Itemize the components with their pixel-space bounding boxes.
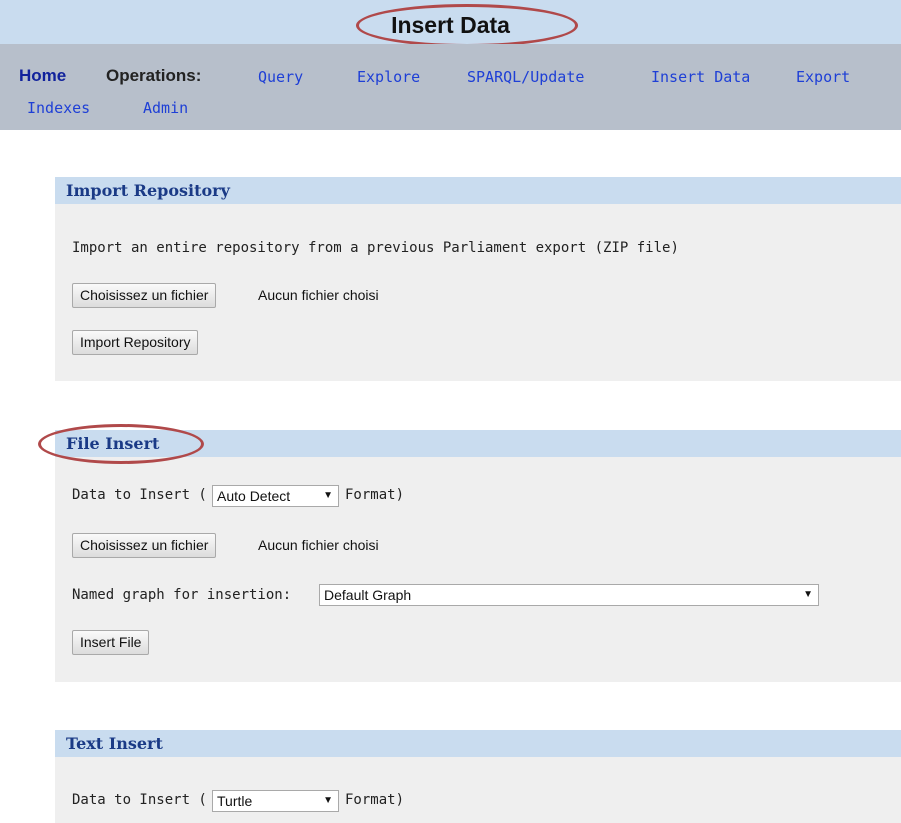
text-insert-section: Text Insert Data to Insert ( Turtle ▼ Fo… bbox=[55, 730, 901, 823]
nav-item-query[interactable]: Query bbox=[258, 68, 303, 86]
named-graph-select-value: Default Graph bbox=[324, 587, 412, 603]
title-bar: Insert Data bbox=[0, 0, 901, 44]
data-to-insert-suffix: Format) bbox=[345, 792, 405, 808]
choose-file-button[interactable]: Choisissez un fichier bbox=[72, 283, 217, 308]
main-nav: Home Operations: Query Explore SPARQL/Up… bbox=[0, 44, 901, 130]
file-insert-section: File Insert Data to Insert ( Auto Detect… bbox=[55, 430, 901, 682]
named-graph-select[interactable]: Default Graph ▼ bbox=[319, 584, 819, 606]
section-title: Import Repository bbox=[66, 181, 230, 200]
section-header: Text Insert bbox=[55, 730, 901, 757]
nav-operations-label: Operations: bbox=[106, 66, 202, 85]
no-file-chosen-text: Aucun fichier choisi bbox=[258, 537, 379, 553]
section-title: Text Insert bbox=[66, 734, 163, 753]
import-repository-section: Import Repository Import an entire repos… bbox=[55, 177, 901, 381]
nav-home-link[interactable]: Home bbox=[19, 66, 66, 86]
import-description: Import an entire repository from a previ… bbox=[72, 240, 679, 256]
nav-item-explore[interactable]: Explore bbox=[357, 68, 420, 86]
format-select-value: Turtle bbox=[217, 793, 253, 809]
chevron-down-icon: ▼ bbox=[323, 795, 333, 806]
format-select[interactable]: Turtle ▼ bbox=[212, 790, 339, 812]
format-select[interactable]: Auto Detect ▼ bbox=[212, 485, 339, 507]
insert-file-button[interactable]: Insert File bbox=[72, 630, 150, 655]
data-to-insert-prefix: Data to Insert ( bbox=[72, 792, 207, 808]
nav-item-insert-data[interactable]: Insert Data bbox=[651, 68, 750, 86]
choose-file-button[interactable]: Choisissez un fichier bbox=[72, 533, 217, 558]
import-repository-button[interactable]: Import Repository bbox=[72, 330, 199, 355]
chevron-down-icon: ▼ bbox=[803, 589, 813, 600]
nav-item-admin[interactable]: Admin bbox=[143, 99, 188, 117]
data-to-insert-suffix: Format) bbox=[345, 487, 405, 503]
format-select-value: Auto Detect bbox=[217, 488, 291, 504]
page-title: Insert Data bbox=[391, 12, 510, 38]
section-header: Import Repository bbox=[55, 177, 901, 204]
nav-item-indexes[interactable]: Indexes bbox=[27, 99, 90, 117]
no-file-chosen-text: Aucun fichier choisi bbox=[258, 287, 379, 303]
data-to-insert-prefix: Data to Insert ( bbox=[72, 487, 207, 503]
chevron-down-icon: ▼ bbox=[323, 490, 333, 501]
named-graph-label: Named graph for insertion: bbox=[72, 587, 292, 603]
section-title: File Insert bbox=[66, 434, 160, 453]
nav-item-sparql-update[interactable]: SPARQL/Update bbox=[467, 68, 584, 86]
section-header: File Insert bbox=[55, 430, 901, 457]
nav-item-export[interactable]: Export bbox=[796, 68, 850, 86]
